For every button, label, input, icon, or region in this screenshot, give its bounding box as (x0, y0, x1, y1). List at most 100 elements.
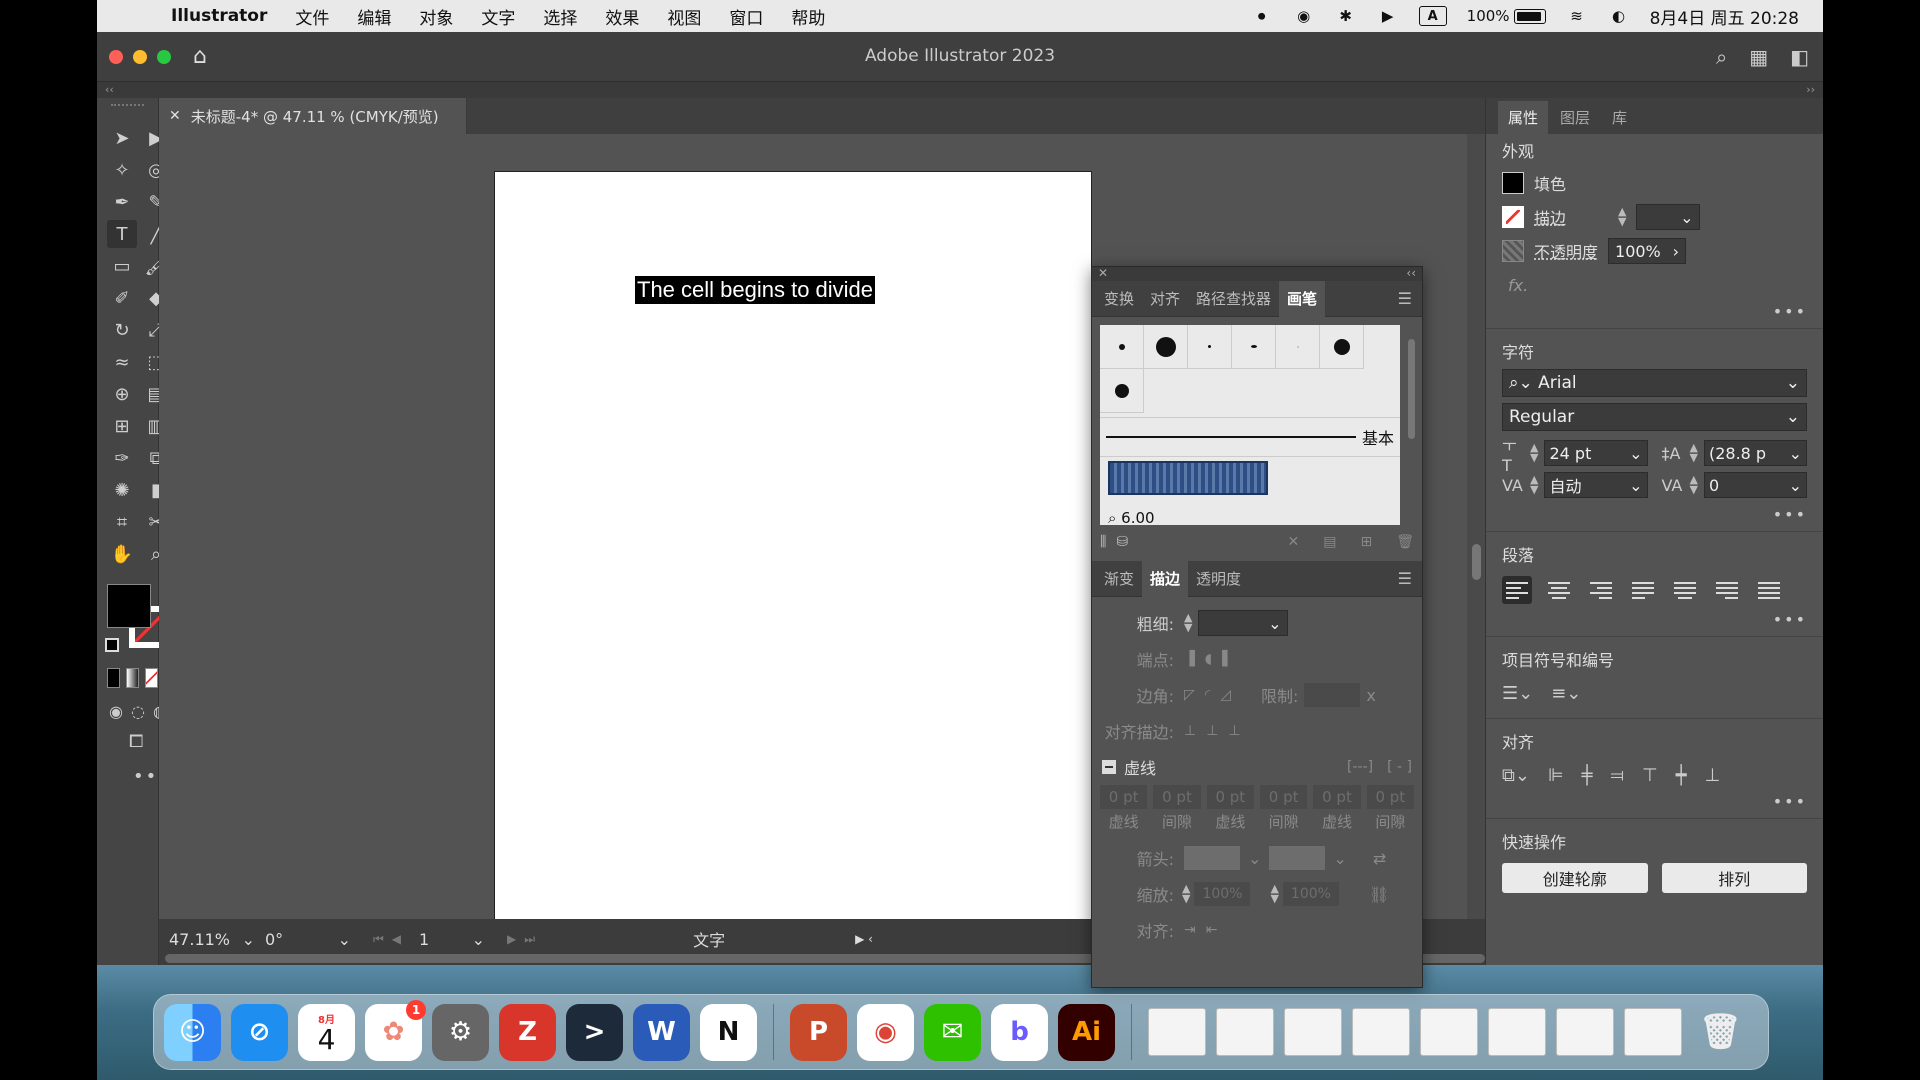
brush-scroll-thumb[interactable] (1408, 339, 1415, 439)
align-horizontal-center-icon[interactable]: ╪ (1582, 765, 1593, 786)
zotero-icon[interactable]: Z (499, 1003, 556, 1061)
tab-transparency[interactable]: 透明度 (1188, 560, 1249, 597)
tab-brushes[interactable]: 画笔 (1279, 280, 1326, 317)
brush-swatch[interactable] (1100, 369, 1144, 413)
minimize-window-button[interactable] (133, 49, 147, 64)
menu-edit[interactable]: 编辑 (357, 4, 391, 29)
recent-document-thumbnail[interactable] (1624, 1008, 1682, 1056)
wechat-status-icon[interactable]: ◉ (1293, 7, 1315, 25)
start-scale-field[interactable]: 100% (1194, 882, 1251, 906)
tab-pathfinder[interactable]: 路径查找器 (1188, 280, 1279, 317)
brush-scrollbar[interactable] (1406, 327, 1416, 527)
font-size-stepper-icon[interactable]: ▲ ▼ (1530, 442, 1538, 463)
brush-libraries-icon[interactable]: ⫼ (1100, 534, 1106, 550)
link-scale-icon[interactable]: ⛓ (1369, 885, 1389, 904)
gap-2-field[interactable]: 0 pt (1259, 785, 1308, 809)
brush-swatch[interactable] (1276, 325, 1320, 369)
opacity-label[interactable]: 不透明度 (1534, 239, 1598, 263)
menu-view[interactable]: 视图 (667, 4, 701, 29)
align-left-icon[interactable] (1502, 576, 1532, 604)
wifi-icon[interactable]: ≋ (1566, 7, 1588, 25)
rotation-field[interactable]: 0° ⌄ (265, 930, 351, 949)
end-arrowhead-select[interactable] (1269, 846, 1326, 870)
fill-swatch[interactable] (107, 584, 151, 628)
gap-3-field[interactable]: 0 pt (1366, 785, 1414, 809)
menu-file[interactable]: 文件 (295, 4, 329, 29)
justify-last-left-icon[interactable] (1628, 576, 1658, 604)
next-last-artboard-icon[interactable]: ▶⏭ (507, 932, 543, 947)
basic-brush-row[interactable]: 基本 (1100, 417, 1400, 457)
shape-builder-tool-icon[interactable]: ⊕ (107, 380, 137, 408)
wechat-icon[interactable]: ✉ (924, 1003, 981, 1061)
font-style-field[interactable]: Regular ⌄ (1502, 403, 1807, 431)
dash-1-field[interactable]: 0 pt (1100, 785, 1148, 809)
align-bottom-edges-icon[interactable]: ⊥ (1705, 765, 1721, 786)
justify-last-center-icon[interactable] (1670, 576, 1700, 604)
tab-transform[interactable]: 变换 (1096, 280, 1142, 317)
draw-behind-icon[interactable]: ◌ (131, 702, 145, 721)
start-arrowhead-select[interactable] (1184, 846, 1240, 870)
dash-2-field[interactable]: 0 pt (1206, 785, 1254, 809)
align-vertical-center-icon[interactable]: ┿ (1676, 765, 1687, 786)
status-menu-icon[interactable]: ▶ ‹ (855, 932, 873, 946)
pen-tool-icon[interactable]: ✒ (107, 188, 137, 216)
art-brush-swatch[interactable] (1108, 461, 1268, 495)
menu-object[interactable]: 对象 (419, 4, 453, 29)
stroke-stepper-icon[interactable]: ▲ ▼ (1618, 206, 1626, 227)
shaper-tool-icon[interactable]: ✐ (107, 284, 137, 312)
input-method-indicator[interactable]: A (1418, 6, 1447, 26)
record-stop-icon[interactable]: ⏺ (1251, 7, 1273, 25)
stroke-label[interactable]: 描边 (1534, 205, 1566, 229)
powerpoint-icon[interactable]: P (790, 1003, 847, 1061)
align-dash-corners-icon[interactable]: [ ‑ ] (1387, 759, 1412, 775)
selected-text-frame[interactable]: The cell begins to divide (635, 276, 876, 304)
photos-icon[interactable]: ✿ 1 (365, 999, 426, 1061)
tab-properties[interactable]: 属性 (1498, 101, 1549, 134)
align-right-edges-icon[interactable]: ⫤ (1610, 765, 1624, 786)
round-cap-icon[interactable]: ◖ (1205, 651, 1212, 667)
battery-indicator[interactable]: 100% (1467, 7, 1546, 25)
panel-menu-icon[interactable]: ☰ (1398, 289, 1412, 308)
align-top-edges-icon[interactable]: ⊤ (1642, 765, 1658, 786)
eyedropper-tool-icon[interactable]: ✑ (107, 444, 137, 472)
default-colors-icon[interactable] (105, 638, 119, 652)
brush-swatch[interactable] (1144, 325, 1188, 369)
panel-menu-icon[interactable]: ☰ (1398, 569, 1412, 588)
align-right-icon[interactable] (1586, 576, 1616, 604)
align-left-edges-icon[interactable]: ⊫ (1548, 765, 1564, 786)
menu-window[interactable]: 窗口 (729, 4, 763, 29)
tab-libraries[interactable]: 库 (1602, 101, 1637, 134)
draw-normal-icon[interactable]: ◉ (109, 702, 123, 721)
app-menu[interactable]: Illustrator (171, 6, 267, 26)
align-to-selection-icon[interactable]: ⧉⌄ (1502, 765, 1530, 786)
extend-arrow-tip-icon[interactable]: ⇥ (1184, 922, 1196, 938)
swap-arrowheads-icon[interactable]: ⇄ (1373, 849, 1386, 868)
weight-stepper-icon[interactable]: ▲ ▼ (1184, 612, 1192, 633)
first-prev-artboard-icon[interactable]: ⏮◀ (373, 932, 409, 947)
recent-document-thumbnail[interactable] (1148, 1008, 1206, 1056)
round-join-icon[interactable]: ◜ (1205, 687, 1210, 703)
tracking-field[interactable]: 0 ⌄ (1703, 472, 1807, 498)
zoom-window-button[interactable] (157, 49, 171, 64)
menu-help[interactable]: 帮助 (791, 4, 825, 29)
recent-document-thumbnail[interactable] (1216, 1008, 1274, 1056)
tab-gradient[interactable]: 渐变 (1096, 560, 1142, 597)
dash-3-field[interactable]: 0 pt (1313, 785, 1361, 809)
tracking-stepper-icon[interactable]: ▲ ▼ (1690, 474, 1698, 495)
artboard-tool-icon[interactable]: ⌗ (107, 508, 137, 536)
remove-stroke-icon[interactable]: ✕ (1288, 534, 1300, 550)
trash-icon[interactable]: 🗑 (1692, 1004, 1749, 1061)
appearance-more-icon[interactable]: ••• (1502, 302, 1807, 322)
tab-stroke[interactable]: 描边 (1142, 560, 1189, 597)
menubar-clock[interactable]: 8月4日 周五 20:28 (1650, 4, 1799, 29)
menu-select[interactable]: 选择 (543, 4, 577, 29)
selection-tool-icon[interactable]: ➤ (107, 124, 137, 152)
mesh-tool-icon[interactable]: ⊞ (107, 412, 137, 440)
kerning-stepper-icon[interactable]: ▲ ▼ (1530, 474, 1538, 495)
chrome-icon[interactable]: ◉ (857, 1003, 914, 1061)
dashed-line-checkbox[interactable] (1102, 760, 1116, 774)
character-more-icon[interactable]: ••• (1502, 505, 1807, 525)
brush-swatch[interactable] (1100, 325, 1144, 369)
play-circle-icon[interactable]: ▶ (1377, 7, 1399, 25)
system-settings-icon[interactable]: ⚙ (432, 1003, 489, 1061)
